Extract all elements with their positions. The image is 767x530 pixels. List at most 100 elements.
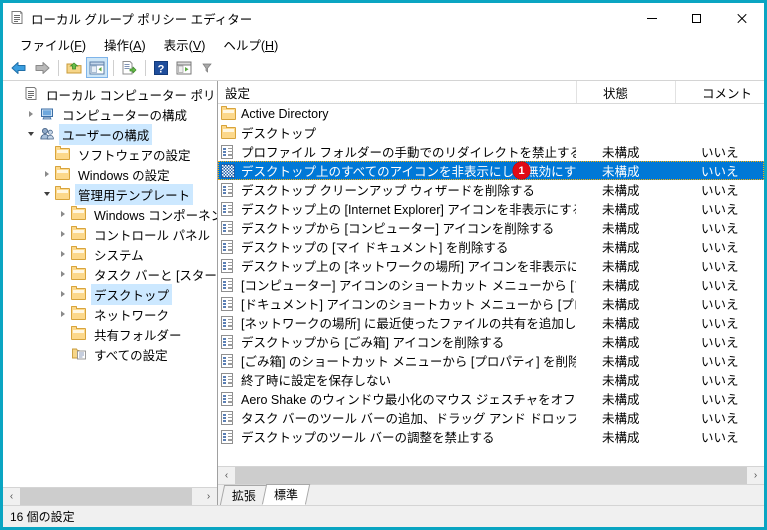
scroll-thumb[interactable]	[235, 467, 747, 484]
table-row[interactable]: プロファイル フォルダーの手動でのリダイレクトを禁止する 未構成 いいえ	[218, 142, 764, 161]
tree-item-local-computer-policy[interactable]: ローカル コンピューター ポリシー	[3, 84, 217, 104]
table-row[interactable]: タスク バーのツール バーの追加、ドラッグ アンド ドロップおよび終了を... …	[218, 408, 764, 427]
tree-item-label: コントロール パネル	[94, 228, 210, 243]
tree-item-administrative-templates[interactable]: 管理用テンプレート	[3, 183, 217, 205]
tree-item-taskbar-start-menu[interactable]: タスク バーと [スタート] メニュー	[3, 264, 217, 284]
row-setting-label: デスクトップ上の [ネットワークの場所] アイコンを非表示にする	[241, 260, 576, 274]
chevron-right-icon[interactable]	[55, 286, 71, 302]
row-state-cell: 未構成	[602, 203, 640, 217]
chevron-down-icon[interactable]	[39, 186, 55, 202]
show-console-button[interactable]	[173, 57, 195, 78]
main-content: ローカル コンピューター ポリシー コンピューターの構成	[3, 81, 764, 505]
menu-bar: ファイル(F) 操作(A) 表示(V) ヘルプ(H)	[3, 33, 764, 55]
tree-item-network[interactable]: ネットワーク	[3, 304, 217, 324]
tree-item-control-panel[interactable]: コントロール パネル	[3, 224, 217, 244]
table-row[interactable]: デスクトップ上の [Internet Explorer] アイコンを非表示にする…	[218, 199, 764, 218]
chevron-right-icon[interactable]	[55, 226, 71, 242]
chevron-right-icon[interactable]	[23, 106, 39, 122]
row-setting-cell: デスクトップの [マイ ドキュメント] を削除する	[218, 237, 576, 256]
row-state-cell: 未構成	[602, 260, 640, 274]
row-state-cell: 未構成	[602, 431, 640, 445]
folder-icon	[71, 246, 87, 262]
help-button[interactable]: ?	[150, 57, 172, 78]
tree-item-user-configuration[interactable]: ユーザーの構成	[3, 123, 217, 145]
table-row[interactable]: 終了時に設定を保存しない 未構成 いいえ	[218, 370, 764, 389]
forward-icon	[35, 61, 50, 74]
console-tree-pane: ローカル コンピューター ポリシー コンピューターの構成	[3, 81, 218, 505]
row-setting-label: [ドキュメント] アイコンのショートカット メニューから [プロパティ] を削除	[241, 298, 576, 312]
scroll-thumb[interactable]	[20, 488, 192, 505]
chevron-down-icon[interactable]	[23, 126, 39, 142]
table-row[interactable]: Active Directory	[218, 104, 764, 123]
list-horizontal-scrollbar[interactable]: ‹ ›	[218, 466, 764, 484]
tree-item-shared-folders[interactable]: 共有フォルダー	[3, 324, 217, 344]
maximize-button[interactable]	[674, 3, 719, 33]
forward-button[interactable]	[31, 57, 53, 78]
policy-icon	[221, 391, 237, 407]
table-row[interactable]: デスクトップ上の [ネットワークの場所] アイコンを非表示にする 未構成 いいえ	[218, 256, 764, 275]
table-row[interactable]: [ドキュメント] アイコンのショートカット メニューから [プロパティ] を削除…	[218, 294, 764, 313]
svg-text:?: ?	[158, 63, 165, 75]
table-row-selected[interactable]: デスクトップ上のすべてのアイコンを非表示にして無効にする 1 未構成 いいえ	[218, 161, 764, 180]
settings-list[interactable]: Active Directory デスクトップ プロファイル フォルダーの手動で…	[218, 104, 764, 466]
column-header-state[interactable]: 状態	[576, 81, 675, 103]
chevron-right-icon[interactable]	[39, 166, 55, 182]
tab-standard-label: 標準	[274, 488, 299, 502]
column-header-comment[interactable]: コメント	[675, 81, 764, 103]
menu-view[interactable]: 表示(V)	[155, 33, 215, 56]
export-list-button[interactable]	[118, 57, 140, 78]
scroll-left-arrow-icon[interactable]: ‹	[3, 488, 20, 505]
table-row[interactable]: デスクトップ	[218, 123, 764, 142]
scroll-left-arrow-icon[interactable]: ‹	[218, 467, 235, 484]
table-row[interactable]: デスクトップ クリーンアップ ウィザードを削除する 未構成 いいえ	[218, 180, 764, 199]
tab-extended[interactable]: 拡張	[219, 485, 269, 505]
menu-help[interactable]: ヘルプ(H)	[214, 33, 287, 56]
filter-button[interactable]	[196, 57, 218, 78]
column-header-setting[interactable]: 設定	[218, 81, 576, 103]
scroll-track[interactable]	[235, 467, 747, 484]
tree-item-desktop[interactable]: デスクトップ	[3, 283, 217, 305]
table-row[interactable]: デスクトップの [マイ ドキュメント] を削除する 未構成 いいえ	[218, 237, 764, 256]
scroll-track[interactable]	[20, 488, 200, 505]
close-button[interactable]	[719, 3, 764, 33]
tree-item-label: ユーザーの構成	[59, 123, 153, 145]
row-state-cell: 未構成	[602, 336, 640, 350]
table-row[interactable]: デスクトップから [コンピューター] アイコンを削除する 未構成 いいえ	[218, 218, 764, 237]
table-row[interactable]: [ネットワークの場所] に最近使ったファイルの共有を追加しない 未構成 いいえ	[218, 313, 764, 332]
chevron-right-icon[interactable]	[55, 266, 71, 282]
row-comment-cell: いいえ	[701, 317, 739, 331]
table-row[interactable]: Aero Shake のウィンドウ最小化のマウス ジェスチャをオフにする 未構成…	[218, 389, 764, 408]
tree-item-all-settings[interactable]: すべての設定	[3, 344, 217, 364]
back-button[interactable]	[8, 57, 30, 78]
up-one-level-button[interactable]	[63, 57, 85, 78]
tree-item-windows-components[interactable]: Windows コンポーネント	[3, 204, 217, 224]
row-setting-cell: デスクトップ	[218, 123, 576, 142]
row-state-cell: 未構成	[602, 374, 640, 388]
tree-horizontal-scrollbar[interactable]: ‹ ›	[3, 487, 217, 505]
menu-file[interactable]: ファイル(F)	[11, 33, 95, 56]
scroll-right-arrow-icon[interactable]: ›	[200, 488, 217, 505]
menu-action[interactable]: 操作(A)	[95, 33, 155, 56]
table-row[interactable]: [ごみ箱] のショートカット メニューから [プロパティ] を削除する 未構成 …	[218, 351, 764, 370]
show-hide-console-tree-button[interactable]	[86, 57, 108, 78]
chevron-right-icon[interactable]	[55, 206, 71, 222]
tree-item-computer-configuration[interactable]: コンピューターの構成	[3, 104, 217, 124]
menu-action-tail: )	[141, 38, 146, 53]
row-comment-cell: いいえ	[701, 184, 739, 198]
minimize-button[interactable]	[629, 3, 674, 33]
tree-item-system[interactable]: システム	[3, 244, 217, 264]
tree-item-software-settings[interactable]: ソフトウェアの設定	[3, 144, 217, 164]
row-setting-cell: デスクトップのツール バーの調整を禁止する	[218, 427, 576, 446]
policy-icon	[221, 429, 237, 445]
table-row[interactable]: デスクトップのツール バーの調整を禁止する 未構成 いいえ	[218, 427, 764, 446]
close-icon	[736, 13, 747, 24]
chevron-right-icon[interactable]	[55, 246, 71, 262]
tab-standard[interactable]: 標準	[261, 484, 311, 505]
row-setting-label: デスクトップから [コンピューター] アイコンを削除する	[241, 222, 555, 236]
table-row[interactable]: [コンピューター] アイコンのショートカット メニューから [プロパティ] を削…	[218, 275, 764, 294]
row-state-cell: 未構成	[602, 298, 640, 312]
chevron-right-icon[interactable]	[55, 306, 71, 322]
table-row[interactable]: デスクトップから [ごみ箱] アイコンを削除する 未構成 いいえ	[218, 332, 764, 351]
tree-item-windows-settings[interactable]: Windows の設定	[3, 164, 217, 184]
scroll-right-arrow-icon[interactable]: ›	[747, 467, 764, 484]
